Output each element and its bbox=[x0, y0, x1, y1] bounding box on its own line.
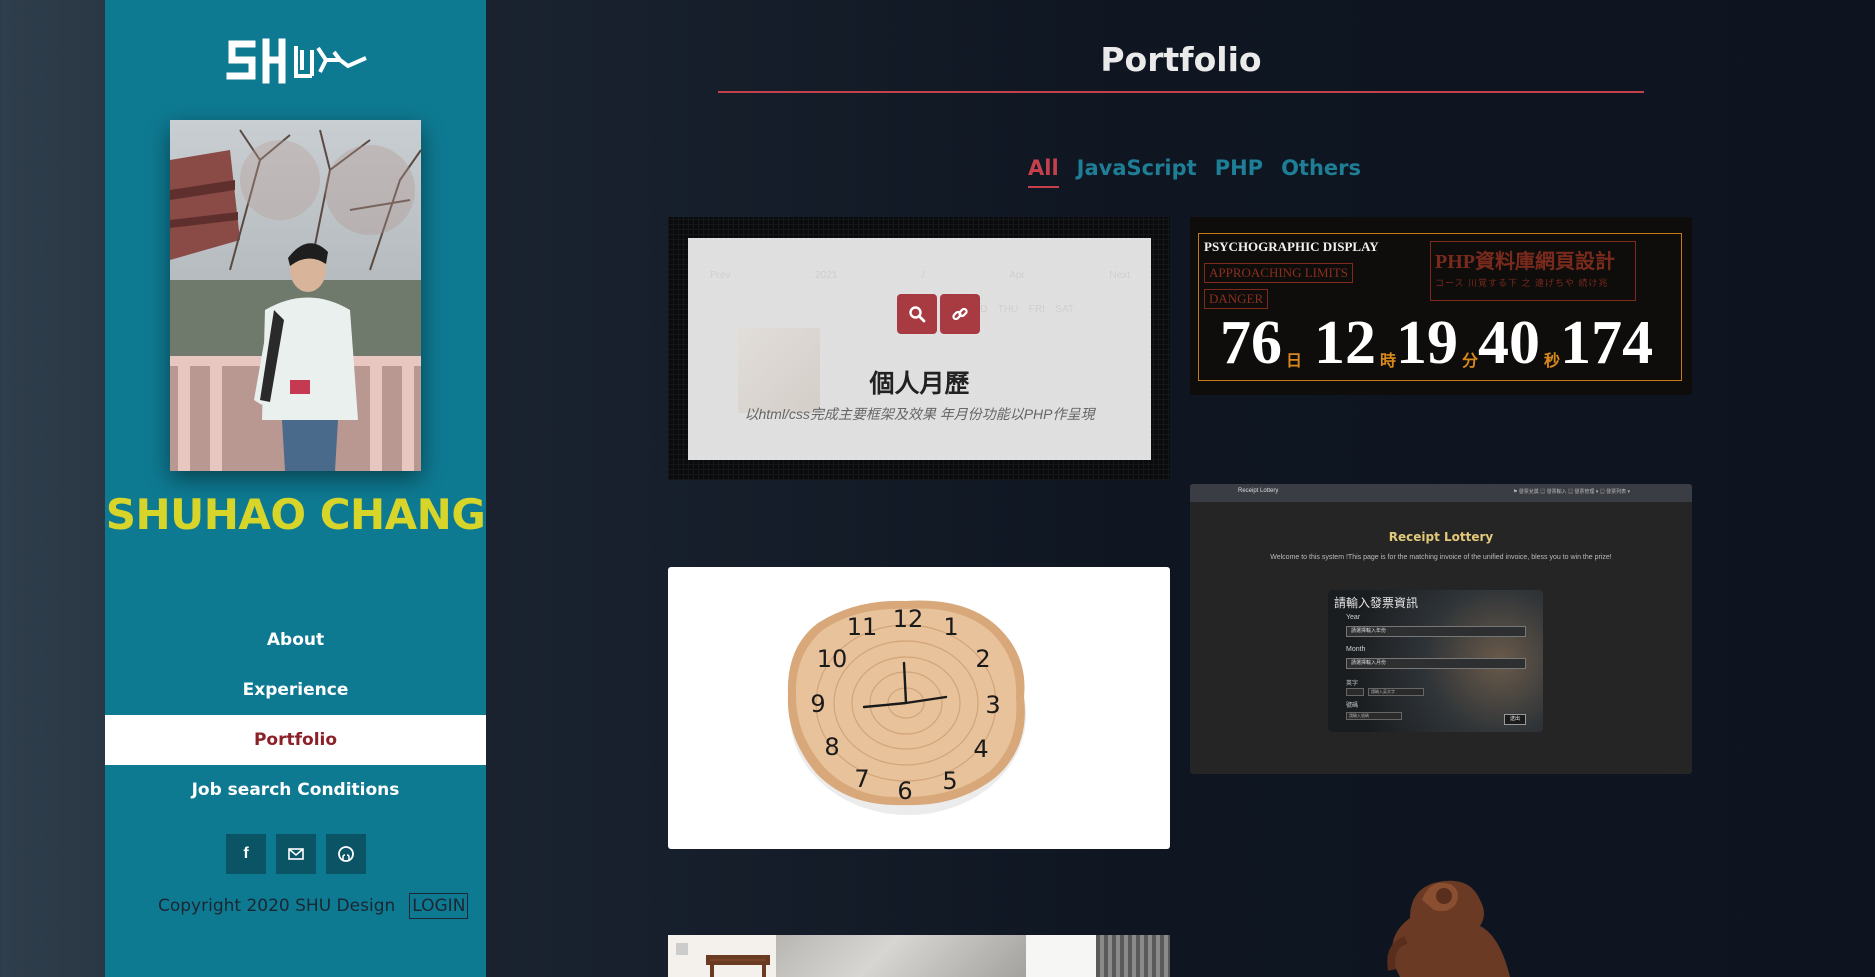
svg-text:4: 4 bbox=[973, 735, 988, 763]
number-label: 號碼 bbox=[1346, 703, 1359, 709]
countdown-millis: 174 bbox=[1560, 309, 1654, 377]
nav-item-portfolio[interactable]: Portfolio bbox=[105, 715, 486, 765]
code-label: 英字 bbox=[1346, 681, 1359, 687]
lottery-navbar: Receipt Lottery ⚑ 發票兌獎 ▤ 發票輸入 ▤ 發票管理 ▾ ▤… bbox=[1190, 484, 1692, 502]
portfolio-card-receipt-lottery[interactable]: Receipt Lottery ⚑ 發票兌獎 ▤ 發票輸入 ▤ 發票管理 ▾ ▤… bbox=[1190, 484, 1692, 774]
code-input-2: 請輸入英文字 bbox=[1368, 688, 1424, 696]
lottery-subtitle: Welcome to this system !This page is for… bbox=[1270, 554, 1612, 561]
code-input bbox=[1346, 688, 1364, 696]
number-input: 請輸入號碼 bbox=[1346, 712, 1402, 720]
year-select: 請選擇輸入年份 bbox=[1346, 626, 1526, 637]
portfolio-card-wooden-elephant[interactable] bbox=[1340, 870, 1540, 977]
sidebar: SHUHAO CHANG About Experience Portfolio … bbox=[105, 0, 486, 977]
form-title: 請輸入發票資訊 bbox=[1334, 596, 1419, 610]
portfolio-card-countdown[interactable]: PSYCHOGRAPHIC DISPLAY APPROACHING LIMITS… bbox=[1190, 217, 1692, 395]
github-icon[interactable] bbox=[326, 834, 366, 874]
lottery-form: 請輸入發票資訊 Year 請選擇輸入年份 Month 請選擇輸入月份 英字 請輸… bbox=[1328, 590, 1543, 732]
calendar-year: 2021 bbox=[815, 270, 838, 281]
page-title: Portfolio bbox=[1100, 40, 1262, 79]
countdown-seconds: 40 bbox=[1478, 309, 1541, 377]
svg-text:6: 6 bbox=[897, 777, 912, 805]
seconds-unit: 秒 bbox=[1544, 353, 1561, 370]
php-subtitle: コース 川覚する下 之 遠げちや 続け兆 bbox=[1435, 278, 1609, 288]
danger-label: DANGER bbox=[1204, 289, 1269, 309]
filter-javascript[interactable]: JavaScript bbox=[1077, 156, 1197, 188]
profile-photo bbox=[170, 120, 421, 471]
month-label: Month bbox=[1346, 646, 1366, 653]
calendar-prev: Prev bbox=[710, 270, 731, 281]
furniture-thumb-4 bbox=[1096, 935, 1170, 977]
calendar-next: Next bbox=[1109, 270, 1130, 281]
nav-item-about[interactable]: About bbox=[105, 615, 486, 665]
minutes-unit: 分 bbox=[1462, 353, 1479, 370]
weekday-label: SAT bbox=[1055, 304, 1074, 315]
svg-text:7: 7 bbox=[854, 765, 869, 793]
days-unit: 日 bbox=[1286, 353, 1303, 370]
portfolio-filters: All JavaScript PHP Others bbox=[1028, 156, 1361, 188]
weekday-label: THU bbox=[997, 304, 1019, 315]
svg-text:10: 10 bbox=[817, 645, 848, 673]
facebook-icon[interactable]: f bbox=[226, 834, 266, 874]
portfolio-card-wood-clock[interactable]: 12 1 2 3 4 5 6 7 8 9 10 11 bbox=[668, 567, 1170, 849]
portfolio-card-calendar[interactable]: Prev 2021 / Apr Next WED THU FRI SAT 個人月… bbox=[668, 217, 1170, 480]
svg-text:5: 5 bbox=[942, 767, 957, 795]
copyright-text: Copyright 2020 SHU Design bbox=[158, 896, 396, 916]
profile-name: SHUHAO CHANG bbox=[105, 490, 486, 539]
furniture-thumb-2 bbox=[776, 935, 1026, 977]
calendar-header: Prev 2021 / Apr Next bbox=[710, 270, 1130, 281]
furniture-thumb-3 bbox=[1026, 935, 1096, 977]
lottery-title: Receipt Lottery bbox=[1388, 530, 1494, 544]
countdown-hours: 12 bbox=[1314, 309, 1377, 377]
lottery-menu: ⚑ 發票兌獎 ▤ 發票輸入 ▤ 發票管理 ▾ ▤ 發票列表 ▾ bbox=[1512, 489, 1630, 495]
svg-text:1: 1 bbox=[943, 613, 958, 641]
calendar-weekdays: WED THU FRI SAT bbox=[964, 304, 1074, 315]
filter-php[interactable]: PHP bbox=[1215, 156, 1263, 188]
filter-others[interactable]: Others bbox=[1281, 156, 1361, 188]
php-title-box: PHP資料庫網頁設計 コース 川覚する下 之 遠げちや 続け兆 bbox=[1430, 241, 1636, 301]
mail-icon[interactable] bbox=[276, 834, 316, 874]
warning-label: APPROACHING LIMITS bbox=[1204, 263, 1354, 283]
portfolio-card-furniture[interactable] bbox=[668, 935, 1170, 977]
calendar-sep: / bbox=[921, 270, 925, 281]
svg-text:3: 3 bbox=[985, 691, 1000, 719]
lottery-brand: Receipt Lottery bbox=[1238, 488, 1279, 494]
month-select: 請選擇輸入月份 bbox=[1346, 658, 1526, 669]
svg-text:11: 11 bbox=[847, 613, 878, 641]
countdown-days: 76 bbox=[1220, 309, 1282, 377]
nav-item-experience[interactable]: Experience bbox=[105, 665, 486, 715]
hours-unit: 時 bbox=[1380, 353, 1397, 370]
countdown-minutes: 19 bbox=[1396, 309, 1459, 377]
weekday-label: FRI bbox=[1028, 304, 1045, 315]
svg-text:8: 8 bbox=[824, 733, 839, 761]
wooden-elephant-image bbox=[1387, 880, 1510, 977]
sidebar-nav: About Experience Portfolio Job search Co… bbox=[105, 615, 486, 815]
svg-text:12: 12 bbox=[893, 605, 924, 633]
card-actions bbox=[897, 294, 980, 334]
site-logo[interactable] bbox=[222, 36, 372, 86]
furniture-thumb-1 bbox=[668, 935, 776, 977]
link-icon[interactable] bbox=[940, 294, 980, 334]
card-description: 以html/css完成主要框架及效果 年月份功能以PHP作呈現 bbox=[744, 406, 1095, 422]
calendar-month: Apr bbox=[1009, 270, 1025, 281]
wood-clock-image: 12 1 2 3 4 5 6 7 8 9 10 11 bbox=[787, 600, 1026, 815]
card-title: 個人月歷 bbox=[869, 369, 970, 398]
title-divider bbox=[718, 91, 1644, 93]
submit-button: 送出 bbox=[1504, 714, 1526, 725]
nav-item-job-search-conditions[interactable]: Job search Conditions bbox=[105, 765, 486, 815]
countdown-heading: PSYCHOGRAPHIC DISPLAY bbox=[1204, 239, 1379, 254]
year-label: Year bbox=[1346, 614, 1361, 621]
login-button[interactable]: LOGIN bbox=[409, 893, 469, 919]
card-hover-overlay: Prev 2021 / Apr Next WED THU FRI SAT 個人月… bbox=[688, 238, 1151, 460]
footer: Copyright 2020 SHU Design LOGIN bbox=[158, 893, 469, 919]
php-title: PHP資料庫網頁設計 bbox=[1435, 251, 1615, 273]
social-links: f bbox=[226, 834, 366, 874]
svg-text:9: 9 bbox=[810, 690, 825, 718]
svg-text:2: 2 bbox=[975, 645, 990, 673]
filter-all[interactable]: All bbox=[1028, 156, 1059, 188]
search-icon[interactable] bbox=[897, 294, 937, 334]
countdown-clock: 76 日 12 時 19 分 40 秒 174 bbox=[1220, 309, 1654, 377]
